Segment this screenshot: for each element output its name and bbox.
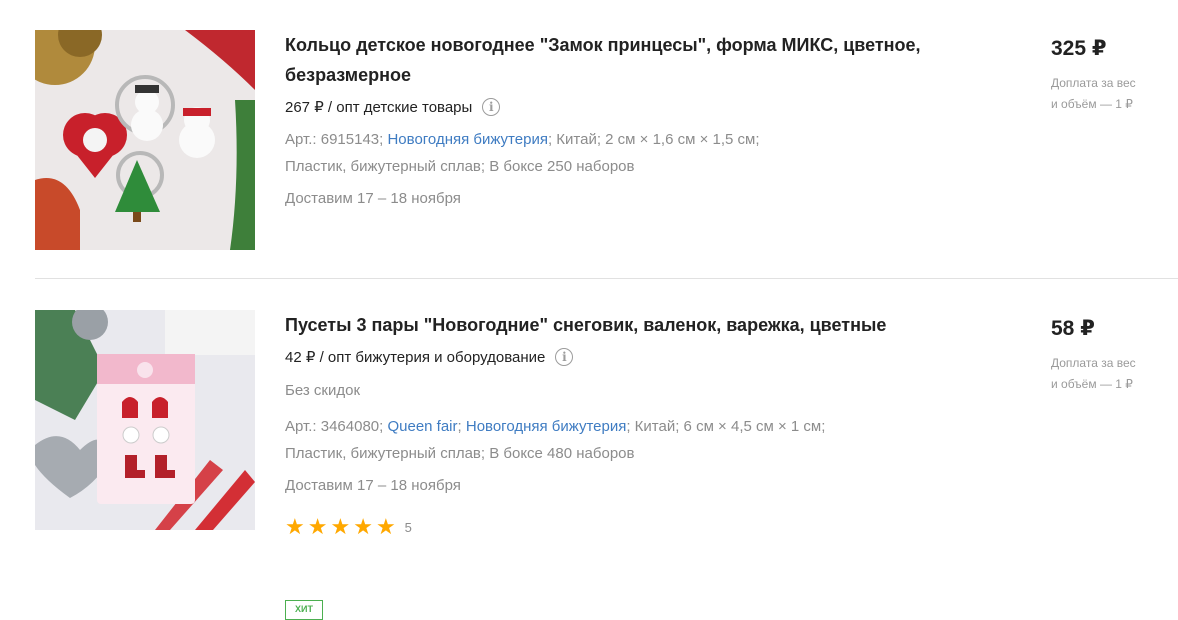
brand-link[interactable]: Queen fair — [387, 418, 457, 435]
extra-fee-line: Доплата за вес — [1051, 76, 1136, 90]
price: 325 ₽ — [1051, 37, 1107, 60]
product-image[interactable] — [35, 310, 255, 530]
star-icon: ★ — [307, 514, 328, 539]
product-card: Пусеты 3 пары "Новогодние" снеговик, вал… — [35, 310, 1178, 620]
material-box: Пластик, бижутерный сплав; В боксе 480 н… — [285, 445, 635, 462]
material-box: Пластик, бижутерный сплав; В боксе 250 н… — [285, 158, 635, 175]
product-photo-rings — [35, 30, 255, 250]
title-line[interactable]: безразмерное — [285, 60, 975, 90]
meta-separator: ; — [457, 418, 462, 435]
divider — [35, 278, 1178, 279]
extra-fee-line: Доплата за вес — [1051, 356, 1136, 370]
product-photo-earrings — [35, 310, 255, 530]
origin-dimensions: ; Китай; 2 см × 1,6 см × 1,5 см; — [547, 131, 760, 148]
product-card: Кольцо детское новогоднее "Замок принцес… — [35, 30, 1178, 250]
wholesale-price-text: 267 ₽ / опт детские товары — [285, 99, 473, 116]
product-meta: Арт.: 3464080; Queen fair; Новогодняя би… — [285, 413, 975, 467]
extra-fee: Доплата за вес и объём — 1 ₽ — [1051, 353, 1178, 395]
product-title[interactable]: Кольцо детское новогоднее "Замок принцес… — [285, 30, 975, 90]
product-meta: Арт.: 6915143; Новогодняя бижутерия; Кит… — [285, 126, 975, 180]
info-icon[interactable]: i — [555, 348, 574, 366]
origin-dimensions: ; Китай; 6 см × 4,5 см × 1 см; — [626, 418, 826, 435]
product-title[interactable]: Пусеты 3 пары "Новогодние" снеговик, вал… — [285, 310, 975, 340]
wholesale-price: 267 ₽ / опт детские товары i — [285, 98, 975, 116]
hit-badge: ХИТ — [285, 600, 323, 620]
extra-fee-line: и объём — 1 ₽ — [1051, 97, 1133, 111]
product-image[interactable] — [35, 30, 255, 250]
product-info: Кольцо детское новогоднее "Замок принцес… — [285, 30, 975, 207]
extra-fee-line: и объём — 1 ₽ — [1051, 377, 1133, 391]
price: 58 ₽ — [1051, 317, 1095, 340]
star-icon: ★ — [375, 514, 396, 539]
article-number: Арт.: 3464080; — [285, 418, 384, 435]
wholesale-price: 42 ₽ / опт бижутерия и оборудование i — [285, 348, 975, 366]
info-icon[interactable]: i — [482, 98, 501, 116]
no-discount-label: Без скидок — [285, 382, 360, 399]
price-column: 325 ₽ Доплата за вес и объём — 1 ₽ — [1051, 30, 1178, 115]
star-icon: ★ — [330, 514, 351, 539]
title-line[interactable]: Кольцо детское новогоднее "Замок принцес… — [285, 30, 975, 60]
wholesale-price-text: 42 ₽ / опт бижутерия и оборудование — [285, 349, 546, 366]
extra-fee: Доплата за вес и объём — 1 ₽ — [1051, 73, 1178, 115]
price-column: 58 ₽ Доплата за вес и объём — 1 ₽ — [1051, 310, 1178, 395]
delivery-date: Доставим 17 – 18 ноября — [285, 190, 461, 207]
star-icon: ★ — [285, 514, 305, 539]
rating-count: 5 — [404, 519, 412, 535]
category-link[interactable]: Новогодняя бижутерия — [466, 418, 626, 435]
article-number: Арт.: 6915143; — [285, 131, 384, 148]
product-info: Пусеты 3 пары "Новогодние" снеговик, вал… — [285, 310, 975, 538]
rating-stars[interactable]: ★ ★ ★ ★ ★ 5 — [285, 516, 975, 538]
category-link[interactable]: Новогодняя бижутерия — [387, 131, 547, 148]
star-icon: ★ — [353, 514, 373, 539]
delivery-date: Доставим 17 – 18 ноября — [285, 477, 461, 494]
